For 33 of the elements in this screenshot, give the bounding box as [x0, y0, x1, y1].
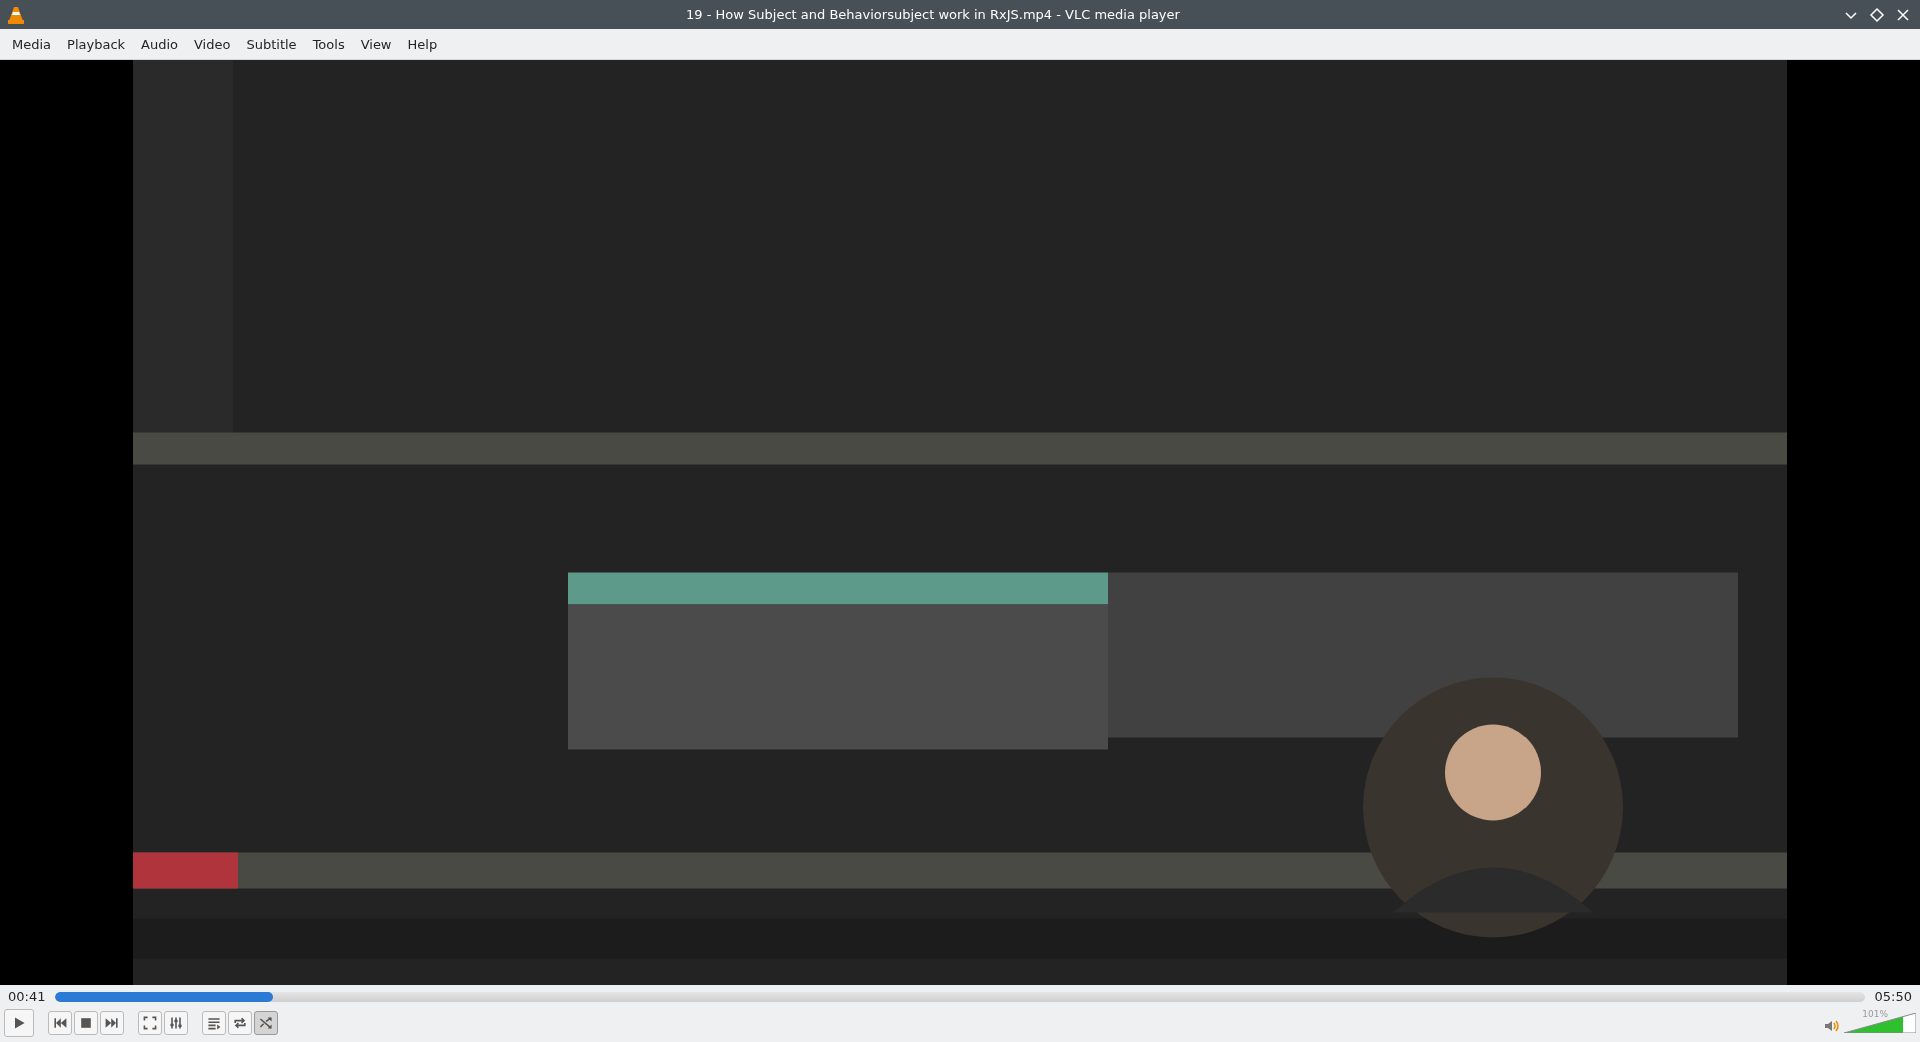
- settings-button[interactable]: [164, 1011, 188, 1035]
- menu-item[interactable]: View: [352, 32, 400, 56]
- shuffle-icon: [258, 1015, 274, 1031]
- menu-item[interactable]: Playback: [59, 32, 134, 56]
- prev-button[interactable]: [48, 1011, 72, 1035]
- next-icon: [104, 1015, 120, 1031]
- menu-item[interactable]: Audio: [133, 32, 186, 56]
- stop-button[interactable]: [74, 1011, 98, 1035]
- next-button[interactable]: [100, 1011, 124, 1035]
- speaker-icon[interactable]: [1824, 1019, 1840, 1033]
- total-time: 05:50: [1874, 989, 1912, 1004]
- menu-item[interactable]: Video: [186, 32, 239, 56]
- volume-reading: 101%: [1862, 1009, 1888, 1019]
- elapsed-time: 00:41: [8, 989, 46, 1004]
- seek-bar[interactable]: [55, 991, 1865, 1002]
- window-title: 19 - How Subject and Behaviorsubject work in RxJS.mp4 - VLC media player: [685, 7, 1181, 22]
- stop-icon: [78, 1015, 94, 1031]
- cone-icon: [8, 5, 24, 24]
- menu-item[interactable]: Help: [399, 32, 446, 56]
- playlist-button[interactable]: [202, 1011, 226, 1035]
- menu-item[interactable]: Media: [4, 32, 60, 56]
- playlist-icon: [206, 1015, 222, 1031]
- maximize-icon[interactable]: [1868, 5, 1886, 24]
- previous-icon: [52, 1015, 68, 1031]
- loop-icon: [232, 1015, 248, 1031]
- loop-button[interactable]: [228, 1011, 252, 1035]
- fullscreen-button[interactable]: [138, 1011, 162, 1035]
- fullscreen-icon: [142, 1015, 158, 1031]
- menu-item[interactable]: Subtitle: [238, 32, 305, 56]
- menu-item[interactable]: Tools: [304, 32, 353, 56]
- shuffle-button[interactable]: [254, 1011, 278, 1035]
- sliders-icon: [168, 1015, 184, 1031]
- play-button[interactable]: [4, 1009, 34, 1037]
